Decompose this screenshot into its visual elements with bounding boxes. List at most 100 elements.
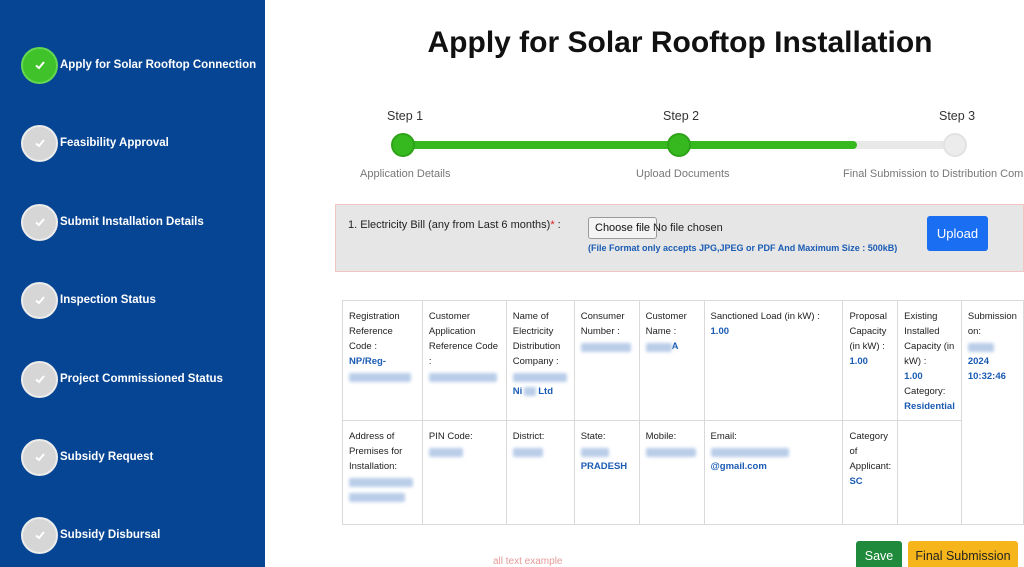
- email-cell: Email: @gmail.com: [703, 420, 844, 525]
- table-row: Registration Reference Code : NP/Reg- Cu…: [342, 300, 1024, 525]
- customer-name-label: Customer Name :: [645, 311, 687, 337]
- existing-capacity-label: Existing Installed Capacity (in kW) :: [904, 311, 955, 367]
- category-label: Category:: [904, 386, 946, 397]
- proposal-capacity-value: 1.00: [849, 356, 868, 367]
- registration-label: Registration Reference Code :: [349, 311, 400, 352]
- customer-ref-cell: Customer Application Reference Code :: [421, 300, 507, 421]
- submission-time: 10:32:46: [967, 371, 1006, 382]
- upload-label-colon: :: [554, 219, 561, 231]
- save-button[interactable]: Save: [856, 541, 902, 567]
- empty-cell: [897, 420, 962, 525]
- address-cell: Address of Premises for Installation:: [342, 420, 423, 525]
- proposal-capacity-label: Proposal Capacity (in kW) :: [849, 311, 887, 352]
- proposal-capacity-cell: Proposal Capacity (in kW) : 1.00: [842, 300, 899, 421]
- redacted-value: [512, 373, 567, 383]
- sidebar-item-label: Subsidy Disbursal: [60, 529, 161, 541]
- redacted-value: [580, 448, 609, 458]
- sidebar-item-label: Inspection Status: [60, 294, 156, 306]
- check-icon: [21, 281, 58, 319]
- state-cell: State: PRADESH: [573, 420, 640, 525]
- step-2-dot: [667, 133, 691, 157]
- pin-label: PIN Code:: [428, 431, 473, 442]
- final-submission-button[interactable]: Final Submission: [908, 541, 1018, 567]
- redacted-value: [580, 343, 631, 353]
- sidebar: Apply for Solar Rooftop Connection Feasi…: [0, 0, 265, 567]
- discom-value: Ni Ltd: [513, 384, 568, 399]
- category-applicant-cell: Category of Applicant: SC: [842, 420, 899, 525]
- sidebar-item-feasibility[interactable]: Feasibility Approval: [21, 120, 169, 166]
- sidebar-item-label: Feasibility Approval: [60, 137, 169, 149]
- check-icon: [21, 438, 58, 476]
- email-value: @gmail.com: [710, 461, 767, 472]
- upload-panel: 1. Electricity Bill (any from Last 6 mon…: [335, 204, 1024, 272]
- sanctioned-load-cell: Sanctioned Load (in kW) : 1.00: [703, 300, 844, 421]
- state-value: PRADESH: [580, 461, 628, 472]
- category-value: Residential: [904, 401, 955, 412]
- email-label: Email:: [710, 431, 737, 442]
- step-3-sub: Final Submission to Distribution Compar: [843, 168, 1024, 180]
- consumer-number-cell: Consumer Number :: [573, 300, 640, 421]
- submission-label: Submission on:: [967, 311, 1017, 337]
- check-icon: [21, 46, 58, 84]
- check-icon: [21, 203, 58, 241]
- redacted-value: [349, 478, 413, 488]
- redacted-value: [967, 343, 994, 353]
- consumer-number-label: Consumer Number :: [580, 311, 625, 337]
- sidebar-item-subsidy-request[interactable]: Subsidy Request: [21, 434, 153, 480]
- step-3-label: Step 3: [939, 109, 976, 123]
- step-1-dot: [391, 133, 415, 157]
- discom-value-end: Ltd: [538, 386, 554, 397]
- sidebar-item-inspection[interactable]: Inspection Status: [21, 277, 156, 323]
- sidebar-item-label: Project Commissioned Status: [60, 373, 223, 385]
- stepper-progress: [403, 141, 857, 149]
- step-2-sub: Upload Documents: [636, 168, 730, 180]
- redacted-value: [428, 448, 463, 458]
- step-2-label: Step 2: [663, 109, 700, 123]
- sanctioned-load-label: Sanctioned Load (in kW) :: [710, 311, 820, 322]
- mobile-cell: Mobile:: [638, 420, 705, 525]
- sidebar-item-installation[interactable]: Submit Installation Details: [21, 199, 204, 245]
- registration-cell: Registration Reference Code : NP/Reg-: [342, 300, 423, 421]
- sidebar-item-label: Subsidy Request: [60, 451, 154, 463]
- redacted-value: [512, 448, 543, 458]
- sidebar-item-apply[interactable]: Apply for Solar Rooftop Connection: [21, 42, 256, 88]
- redacted-value: [428, 373, 497, 383]
- check-icon: [21, 124, 58, 162]
- redacted-value: [524, 386, 537, 396]
- check-icon: [21, 360, 58, 398]
- discom-value-start: Ni: [512, 386, 523, 397]
- step-3-dot: [943, 133, 967, 157]
- category-applicant-value: SC: [849, 476, 863, 487]
- application-details-table: Registration Reference Code : NP/Reg- Cu…: [342, 300, 1024, 525]
- step-1-label: Step 1: [387, 109, 424, 123]
- discom-label: Name of Electricity Distribution Company…: [512, 311, 561, 367]
- submission-cell: Submission on: 2024 10:32:46: [960, 300, 1024, 525]
- category-applicant-label: Category of Applicant:: [849, 431, 892, 472]
- check-icon: [21, 516, 58, 554]
- sidebar-item-label: Submit Installation Details: [60, 216, 204, 228]
- district-cell: District:: [505, 420, 575, 525]
- redacted-value: [645, 448, 696, 458]
- page-title: Apply for Solar Rooftop Installation: [427, 26, 933, 59]
- state-label: State:: [580, 431, 606, 442]
- customer-ref-label: Customer Application Reference Code :: [428, 311, 499, 367]
- table-row: Address of Premises for Installation: PI…: [342, 420, 1024, 525]
- mobile-label: Mobile:: [645, 431, 677, 442]
- redacted-value: [349, 373, 411, 383]
- choose-file-button[interactable]: Choose file: [588, 217, 658, 239]
- format-note: (File Format only accepts JPG,JPEG or PD…: [588, 243, 898, 253]
- discom-cell: Name of Electricity Distribution Company…: [505, 300, 575, 421]
- sidebar-item-commissioned[interactable]: Project Commissioned Status: [21, 356, 223, 402]
- sidebar-item-subsidy-disbursal[interactable]: Subsidy Disbursal: [21, 512, 160, 558]
- existing-capacity-value: 1.00: [904, 371, 923, 382]
- sidebar-item-label: Apply for Solar Rooftop Connection: [60, 59, 257, 71]
- sanctioned-load-value: 1.00: [710, 326, 730, 337]
- district-label: District:: [512, 431, 545, 442]
- upload-button[interactable]: Upload: [927, 216, 988, 251]
- pin-cell: PIN Code:: [421, 420, 507, 525]
- customer-name-cell: Customer Name : A: [638, 300, 705, 421]
- upload-label-text: 1. Electricity Bill (any from Last 6 mon…: [348, 219, 551, 231]
- submission-date: 2024: [967, 356, 989, 367]
- redacted-value: [710, 448, 789, 458]
- upload-label: 1. Electricity Bill (any from Last 6 mon…: [348, 219, 561, 231]
